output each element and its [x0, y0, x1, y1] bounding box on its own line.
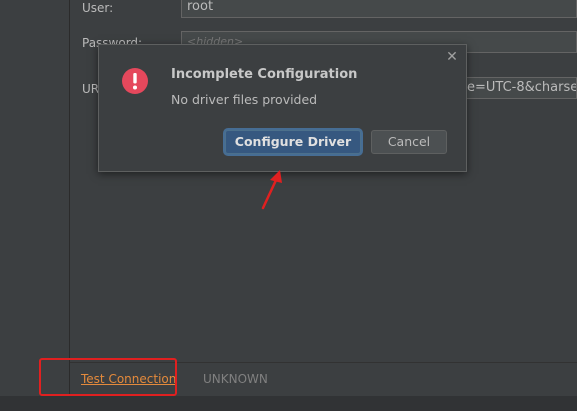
- url-label: UR: [82, 82, 100, 96]
- dialog-message: No driver files provided: [171, 92, 318, 107]
- user-input[interactable]: root: [181, 0, 577, 18]
- configure-driver-button[interactable]: Configure Driver: [225, 130, 361, 154]
- annotation-highlight-box: [39, 358, 177, 396]
- bottom-strip: [0, 396, 577, 411]
- close-icon[interactable]: ✕: [445, 50, 459, 64]
- url-input[interactable]: e=UTC-8&charset=: [460, 77, 577, 99]
- cancel-button[interactable]: Cancel: [371, 130, 447, 154]
- error-icon: [122, 68, 148, 94]
- incomplete-configuration-dialog: ✕ Incomplete Configuration No driver fil…: [98, 44, 467, 172]
- left-panel: [0, 0, 70, 396]
- connection-status: UNKNOWN: [203, 372, 268, 386]
- data-source-settings: User: root Password: <hidden> UR e=UTC-8…: [0, 0, 577, 411]
- user-label: User:: [82, 1, 114, 15]
- annotation-arrow-icon: [261, 170, 282, 210]
- dialog-title: Incomplete Configuration: [171, 67, 358, 82]
